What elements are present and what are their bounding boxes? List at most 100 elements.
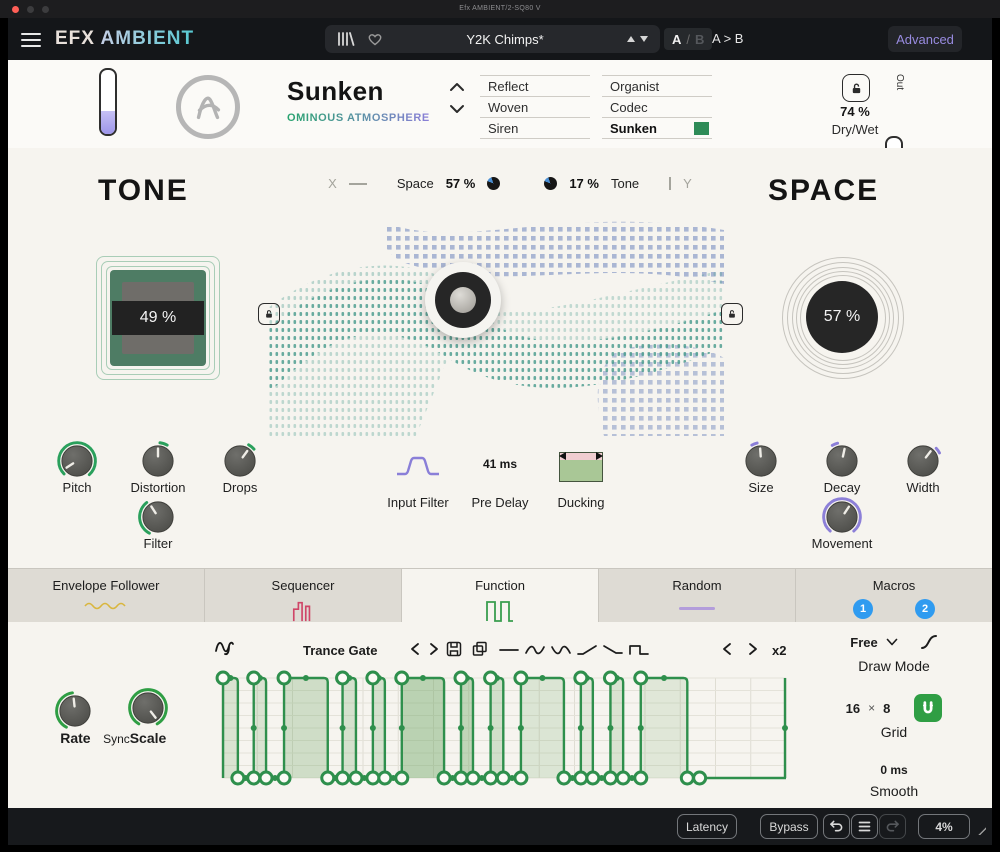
preset-item[interactable]: Siren (480, 117, 590, 139)
preset-next-icon[interactable] (640, 36, 648, 42)
next-shape-icon[interactable] (429, 642, 439, 656)
ab-toggle[interactable]: A / B (664, 28, 713, 50)
movement-label: Movement (811, 536, 873, 551)
tab-function[interactable]: Function (401, 569, 598, 623)
ducking-label: Ducking (557, 495, 605, 510)
tone-control[interactable]: 49 % (96, 256, 220, 380)
function-panel: Rate Sync Scale Trance Gate x2 Free Draw… (8, 622, 992, 808)
shape-ramp-down-button[interactable] (602, 644, 624, 656)
tab-sequencer[interactable]: Sequencer (204, 569, 401, 623)
preset-item[interactable]: Woven (480, 96, 590, 117)
preset-down-icon[interactable] (449, 104, 465, 114)
shape-sine-inverted-button[interactable] (550, 644, 572, 656)
x-axis-lock-icon[interactable] (258, 303, 280, 325)
multiplier-decrease-icon[interactable] (722, 642, 732, 656)
freehand-draw-icon[interactable] (214, 638, 238, 658)
decay-knob[interactable] (820, 439, 864, 483)
shape-sine-button[interactable] (524, 644, 546, 656)
snap-magnet-button[interactable] (914, 694, 943, 722)
bypass-button[interactable]: Bypass (760, 814, 818, 839)
macro-1-badge[interactable]: 1 (853, 599, 873, 619)
movement-knob[interactable] (820, 495, 864, 539)
predelay-value[interactable]: 41 ms (465, 457, 535, 471)
preset-item[interactable]: Reflect (480, 75, 590, 96)
xy-pad-puck[interactable] (425, 262, 501, 338)
draw-mode-label: Draw Mode (858, 658, 930, 674)
selected-preset-swatch (694, 121, 709, 135)
chevron-down-icon[interactable] (886, 638, 898, 646)
shape-square-button[interactable] (628, 644, 650, 656)
size-knob[interactable] (739, 439, 783, 483)
resize-handle[interactable] (968, 817, 986, 835)
y-axis-lock-icon[interactable] (721, 303, 743, 325)
ducking-left-arrow-icon (559, 452, 566, 460)
preset-item[interactable]: Codec (602, 96, 712, 117)
tab-envelope-follower[interactable]: Envelope Follower (8, 569, 204, 623)
width-knob[interactable] (901, 439, 945, 483)
trance-gate-editor[interactable] (215, 670, 788, 788)
tab-random[interactable]: Random (598, 569, 795, 623)
space-section-title: SPACE (768, 174, 880, 207)
random-line-icon (679, 607, 715, 610)
favorite-heart-icon[interactable] (367, 32, 383, 46)
latency-button[interactable]: Latency (677, 814, 737, 839)
drywet-lock-icon[interactable] (842, 74, 870, 102)
distortion-knob[interactable] (136, 439, 180, 483)
preset-previous-icon[interactable] (627, 36, 635, 42)
tone-param-value[interactable]: 17 % (569, 176, 599, 191)
preset-item-selected[interactable]: Sunken (602, 117, 712, 139)
slope-curve-icon[interactable] (920, 634, 938, 650)
preset-item[interactable]: Organist (602, 75, 712, 96)
space-param-value[interactable]: 57 % (446, 176, 476, 191)
shape-ramp-up-button[interactable] (576, 644, 598, 656)
smooth-value[interactable]: 0 ms (828, 763, 960, 777)
input-level-meter (99, 68, 117, 136)
grid-cols-value[interactable]: 16 (846, 701, 860, 716)
rate-knob[interactable] (53, 689, 97, 733)
library-icon[interactable] (337, 32, 355, 46)
x-mini-knob[interactable] (487, 177, 501, 190)
pitch-label: Pitch (62, 480, 92, 495)
main-menu-icon[interactable] (21, 29, 41, 51)
preset-browser-pill[interactable]: Y2K Chimps* (325, 25, 660, 53)
multiplier-increase-icon[interactable] (748, 642, 758, 656)
drywet-value[interactable]: 74 % (820, 104, 890, 119)
grid-rows-value[interactable]: 8 (883, 701, 890, 716)
input-filter-label[interactable]: Input Filter (387, 495, 448, 510)
multiplier-value[interactable]: x2 (772, 643, 786, 658)
preset-quick-list: Reflect Organist Woven Codec Siren Sunke… (480, 75, 712, 139)
save-icon[interactable] (446, 641, 462, 657)
redo-button[interactable] (879, 814, 906, 839)
copy-icon[interactable] (472, 641, 488, 657)
ab-a-label[interactable]: A (672, 32, 681, 47)
input-filter-icon[interactable] (395, 455, 441, 477)
window-title: Efx AMBIENT/2-SQ80 V (459, 5, 541, 12)
function-title: Trance Gate (303, 643, 378, 658)
ducking-widget[interactable] (559, 452, 603, 482)
filter-knob[interactable] (136, 495, 180, 539)
rate-label: Rate (60, 730, 91, 746)
advanced-button[interactable]: Advanced (888, 26, 962, 52)
pitch-knob[interactable] (55, 439, 99, 483)
ab-b-label[interactable]: B (695, 32, 704, 47)
cpu-meter[interactable]: 4% (918, 814, 970, 839)
preset-name[interactable]: Y2K Chimps* (383, 32, 627, 47)
macro-2-badge[interactable]: 2 (915, 599, 935, 619)
arturia-logo[interactable] (176, 75, 240, 139)
ab-separator: / (686, 31, 691, 47)
scale-knob[interactable] (126, 686, 170, 730)
history-menu-button[interactable] (851, 814, 878, 839)
ab-copy-button[interactable]: A > B (712, 31, 743, 46)
current-preset-title[interactable]: Sunken (287, 76, 384, 107)
preset-up-icon[interactable] (449, 82, 465, 92)
drops-knob[interactable] (218, 439, 262, 483)
undo-button[interactable] (823, 814, 850, 839)
y-mini-knob[interactable] (544, 177, 558, 190)
tab-macros[interactable]: Macros 1 2 (795, 569, 992, 623)
shape-line-button[interactable] (498, 644, 520, 656)
sync-label[interactable]: Sync (103, 732, 130, 746)
draw-mode-value[interactable]: Free (850, 635, 877, 650)
prev-shape-icon[interactable] (410, 642, 420, 656)
space-control[interactable]: 57 % (782, 257, 904, 379)
grid-times: × (868, 701, 876, 715)
